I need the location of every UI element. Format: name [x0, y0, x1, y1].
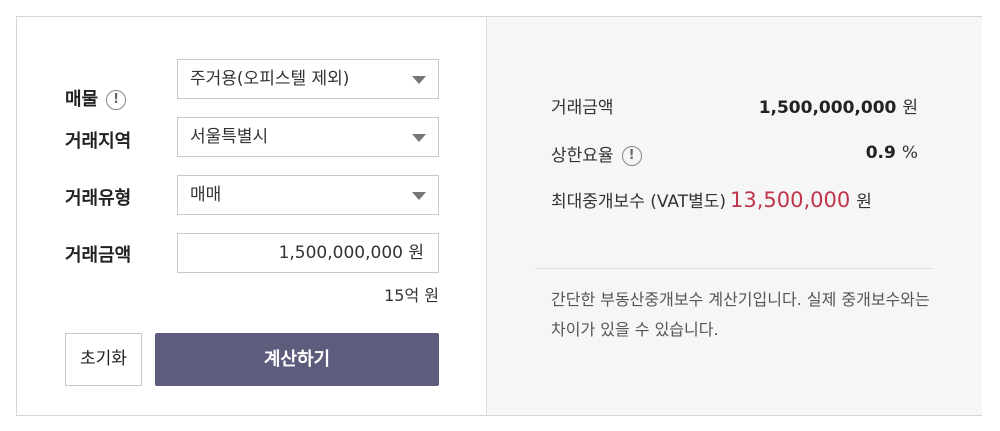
- max-fee-label: 최대중개보수 (VAT별도): [551, 192, 727, 212]
- rate-label-row: 상한요율!: [551, 141, 642, 166]
- info-icon[interactable]: !: [106, 90, 127, 110]
- amount-readable: 15억 원: [384, 286, 439, 305]
- transaction-type-select[interactable]: 매매: [177, 175, 439, 215]
- transaction-type-label: 거래유형: [65, 188, 132, 209]
- result-amount-label: 거래금액: [551, 98, 614, 118]
- region-select[interactable]: 서울특별시: [177, 117, 439, 157]
- property-label: 매물: [65, 89, 99, 110]
- amount-number: 1,500,000,000: [278, 243, 403, 263]
- result-panel: 거래금액 1,500,000,000 원 상한요율! 0.9% 최대중개보수 (V…: [486, 17, 982, 415]
- amount-input[interactable]: 1,500,000,000 원: [177, 233, 439, 273]
- amount-unit: 원: [408, 243, 424, 263]
- property-type-select[interactable]: 주거용(오피스텔 제외): [177, 59, 439, 99]
- max-fee-unit: 원: [856, 192, 872, 212]
- max-fee-row: 최대중개보수 (VAT별도) 13,500,000 원: [551, 187, 872, 212]
- rate-unit: %: [901, 143, 918, 163]
- divider: [535, 268, 934, 269]
- transaction-type-value: 매매: [190, 185, 222, 205]
- region-label: 거래지역: [65, 131, 132, 152]
- rate-value: 0.9: [865, 143, 896, 163]
- reset-button[interactable]: 초기화: [65, 333, 142, 386]
- property-label-row: 매물!: [65, 85, 127, 111]
- info-icon[interactable]: !: [621, 146, 642, 166]
- chevron-down-icon: [412, 76, 426, 84]
- chevron-down-icon: [412, 134, 426, 142]
- max-fee-value: 13,500,000: [730, 188, 851, 212]
- input-panel: 매물! 주거용(오피스텔 제외) 거래지역 서울특별시 거래유형 매매 거래금액…: [17, 17, 486, 415]
- calculator-card: 매물! 주거용(오피스텔 제외) 거래지역 서울특별시 거래유형 매매 거래금액…: [16, 16, 982, 416]
- result-amount-unit: 원: [902, 98, 918, 118]
- region-value: 서울특별시: [190, 127, 269, 147]
- result-amount: 1,500,000,000 원: [759, 93, 918, 118]
- result-amount-value: 1,500,000,000: [758, 98, 897, 118]
- disclaimer-note: 간단한 부동산중개보수 계산기입니다. 실제 중개보수와는 차이가 있을 수 있…: [551, 290, 930, 339]
- rate-label: 상한요율: [551, 146, 614, 166]
- chevron-down-icon: [412, 192, 426, 200]
- rate: 0.9%: [866, 143, 918, 163]
- property-type-value: 주거용(오피스텔 제외): [190, 69, 350, 89]
- amount-label: 거래금액: [65, 245, 132, 266]
- calculate-button[interactable]: 계산하기: [155, 333, 439, 386]
- amount-input-value: 1,500,000,000 원: [279, 234, 424, 272]
